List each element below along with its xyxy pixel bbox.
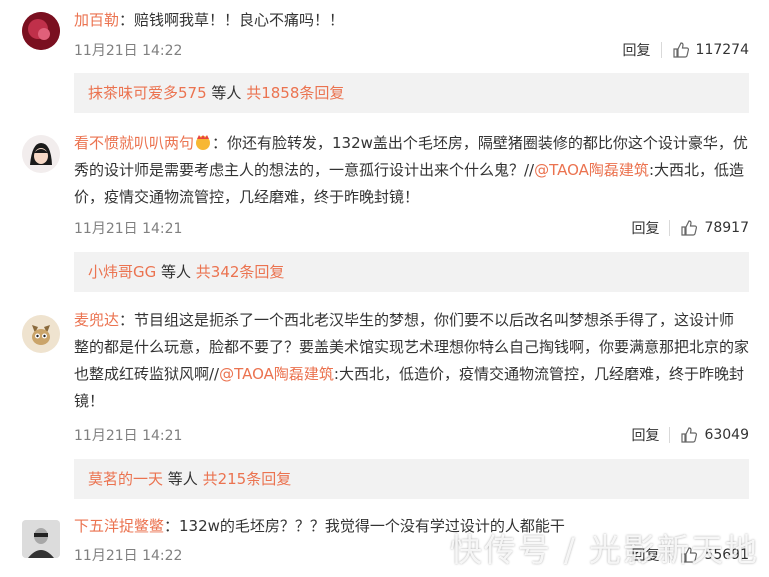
reply-count[interactable]: 共342条回复 <box>196 263 285 281</box>
like-button[interactable]: 78917 <box>680 219 749 237</box>
like-count: 117274 <box>695 42 749 58</box>
avatar[interactable] <box>22 12 60 50</box>
comment-text: 看不惯就叭叭两句 ：你还有脸转发，132w盖出个毛坯房，隔壁猪圈装修的都比你这个设… <box>74 130 749 211</box>
reply-user[interactable]: 莫茗的一天 <box>88 470 163 488</box>
timestamp: 11月21日 14:22 <box>74 548 183 564</box>
timestamp: 11月21日 14:21 <box>74 221 183 237</box>
user-name[interactable]: 看不惯就叭叭两句 <box>74 134 194 152</box>
user-name[interactable]: 加百勒 <box>74 11 119 29</box>
watermark: 快传号 / 光影新天地 <box>449 531 759 569</box>
reply-button[interactable]: 回复 <box>623 40 651 60</box>
timestamp: 11月21日 14:21 <box>74 428 183 444</box>
comment-content: ：赔钱啊我草！！良心不痛吗！！ <box>119 11 345 29</box>
user-name[interactable]: 下五洋捉鳖鳖 <box>74 517 164 535</box>
mention-link[interactable]: @TAOA陶磊建筑 <box>219 365 334 383</box>
reply-button[interactable]: 回复 <box>631 425 659 445</box>
thumbs-up-icon <box>672 42 689 58</box>
thumbs-up-icon <box>681 220 698 236</box>
comment-actions: 回复 78917 <box>631 218 749 238</box>
comment-actions: 回复 63049 <box>631 425 749 445</box>
divider <box>669 220 671 236</box>
like-button[interactable]: 117274 <box>672 41 749 59</box>
divider <box>660 42 662 58</box>
like-count: 78917 <box>704 220 749 236</box>
reply-mid: 等人 <box>163 470 203 488</box>
user-name[interactable]: 麦兜达 <box>74 311 119 329</box>
reply-button[interactable]: 回复 <box>631 218 659 238</box>
thumbs-up-icon <box>681 427 698 443</box>
timestamp: 11月21日 14:22 <box>74 43 183 59</box>
comment-actions: 回复 117274 <box>623 40 749 60</box>
avatar[interactable] <box>22 315 60 353</box>
reply-summary[interactable]: 抹茶味可爱多575 等人 共1858条回复 <box>74 73 749 113</box>
like-count: 63049 <box>704 427 749 443</box>
reply-summary[interactable]: 小炜哥GG 等人 共342条回复 <box>74 252 749 292</box>
reply-count[interactable]: 共1858条回复 <box>246 84 344 102</box>
like-button[interactable]: 63049 <box>680 426 749 444</box>
avatar[interactable] <box>22 135 60 173</box>
reply-user[interactable]: 小炜哥GG <box>88 263 156 281</box>
reply-mid: 等人 <box>156 263 196 281</box>
mention-link[interactable]: @TAOA陶磊建筑 <box>534 161 649 179</box>
reply-mid: 等人 <box>206 84 247 102</box>
crown-emoji-icon <box>196 135 211 150</box>
avatar[interactable] <box>22 520 60 558</box>
reply-count[interactable]: 共215条回复 <box>203 470 292 488</box>
comment-text: 麦兜达：节目组这是扼杀了一个西北老汉毕生的梦想，你们要不以后改名叫梦想杀手得了，… <box>74 307 749 415</box>
divider <box>669 427 671 443</box>
reply-summary[interactable]: 莫茗的一天 等人 共215条回复 <box>74 459 749 499</box>
reply-user[interactable]: 抹茶味可爱多575 <box>88 84 207 102</box>
comment-text: 加百勒：赔钱啊我草！！良心不痛吗！！ <box>74 7 749 34</box>
